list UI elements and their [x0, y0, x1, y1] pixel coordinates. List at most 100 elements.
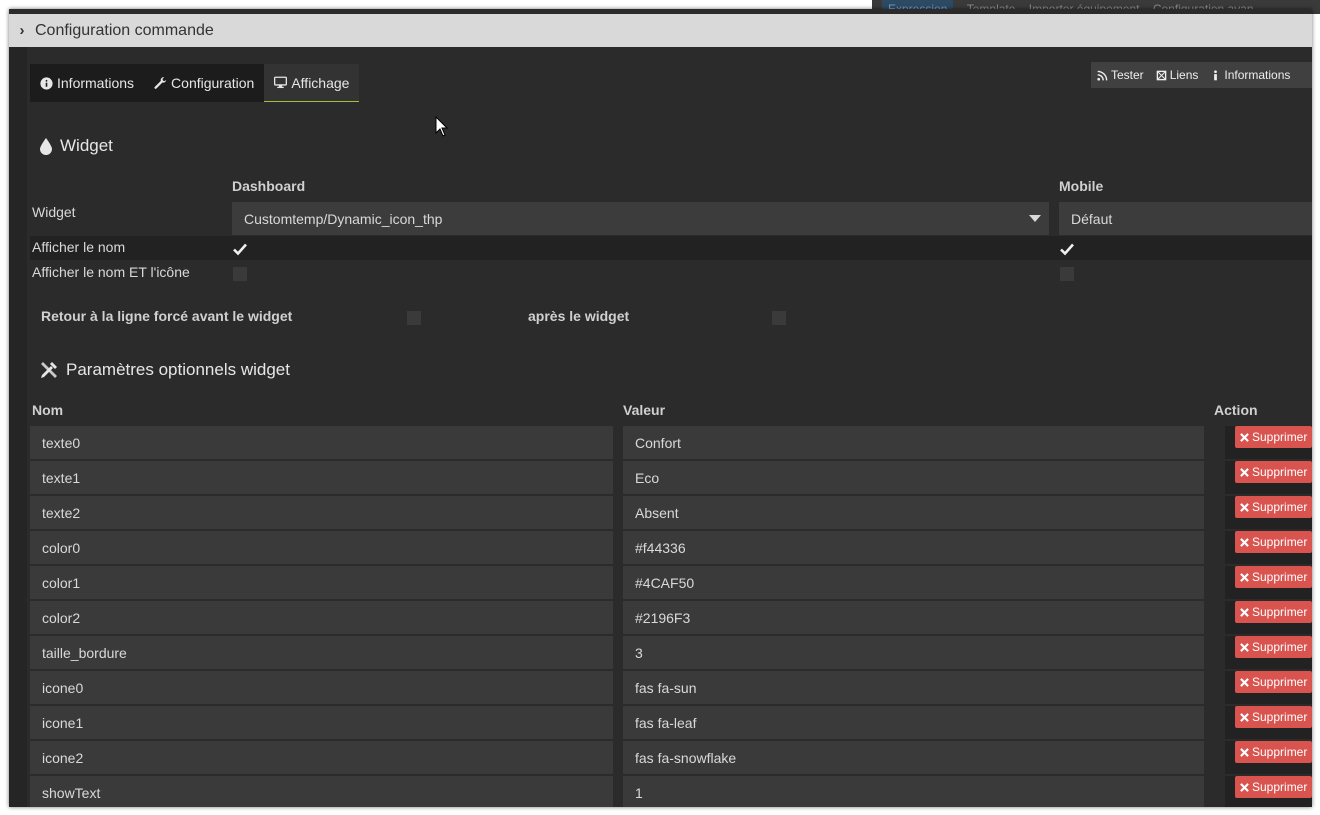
tools-icon — [41, 362, 57, 378]
times-icon — [1240, 782, 1249, 792]
param-name-value: icone1 — [42, 714, 84, 731]
delete-param-button[interactable]: Supprimer — [1235, 461, 1312, 483]
widget-title-text: Widget — [60, 136, 113, 155]
delete-param-label: Supprimer — [1252, 605, 1308, 619]
param-name-input[interactable]: texte1 — [30, 461, 613, 494]
optional-params-title-text: Paramètres optionnels widget — [66, 360, 290, 379]
col-header-action: Action — [1214, 402, 1258, 418]
delete-param-button[interactable]: Supprimer — [1235, 776, 1312, 798]
dialog-titlebar[interactable]: › Configuration commande — [9, 14, 1312, 47]
param-action-cell: Supprimer — [1225, 671, 1312, 704]
param-value-input[interactable]: Absent — [623, 496, 1204, 529]
info-icon — [1214, 69, 1218, 80]
show-name-dashboard-checkbox[interactable] — [233, 242, 247, 256]
param-name-input[interactable]: icone2 — [30, 741, 613, 774]
param-name-input[interactable]: icone1 — [30, 706, 613, 739]
param-action-cell: Supprimer — [1225, 776, 1312, 807]
delete-param-button[interactable]: Supprimer — [1235, 531, 1312, 553]
tab-informations[interactable]: Informations — [30, 64, 144, 102]
param-value-input[interactable]: fas fa-snowflake — [623, 741, 1204, 774]
test-button[interactable]: Tester — [1091, 68, 1150, 82]
info-button[interactable]: Informations — [1204, 68, 1296, 82]
desktop-icon — [274, 76, 288, 89]
delete-param-button[interactable]: Supprimer — [1235, 636, 1312, 658]
wrench-icon — [154, 76, 167, 89]
param-value-input[interactable]: #f44336 — [623, 531, 1204, 564]
mobile-widget-select[interactable]: Défaut — [1059, 202, 1312, 235]
param-name-input[interactable]: texte0 — [30, 426, 613, 459]
delete-param-button[interactable]: Supprimer — [1235, 671, 1312, 693]
param-name-input[interactable]: texte2 — [30, 496, 613, 529]
param-value-input[interactable]: fas fa-leaf — [623, 706, 1204, 739]
dashboard-widget-select[interactable]: Customtemp/Dynamic_icon_thp — [232, 202, 1049, 235]
show-name-mobile-checkbox[interactable] — [1060, 242, 1074, 256]
delete-param-label: Supprimer — [1252, 500, 1308, 514]
param-value-value: 1 — [635, 784, 643, 801]
delete-param-label: Supprimer — [1252, 745, 1308, 759]
param-name-value: texte1 — [42, 469, 81, 486]
line-break-after-checkbox[interactable] — [772, 311, 786, 325]
times-icon — [1240, 642, 1249, 652]
param-row: color1 #4CAF50 Supprimer — [30, 566, 1312, 599]
tab-configuration-label: Configuration — [171, 75, 255, 91]
param-name-value: color0 — [42, 539, 81, 556]
delete-param-button[interactable]: Supprimer — [1235, 706, 1312, 728]
param-value-input[interactable]: #2196F3 — [623, 601, 1204, 634]
chevron-down-icon — [1029, 215, 1041, 222]
param-row: texte0 Confort Supprimer — [30, 426, 1312, 459]
param-name-input[interactable]: icone0 — [30, 671, 613, 704]
optional-params-title: Paramètres optionnels widget — [40, 360, 290, 380]
param-name-input[interactable]: showText — [30, 776, 613, 807]
col-header-value: Valeur — [623, 402, 666, 418]
param-value-input[interactable]: Eco — [623, 461, 1204, 494]
param-name-value: showText — [42, 784, 101, 801]
param-value-input[interactable]: fas fa-sun — [623, 671, 1204, 704]
param-name-input[interactable]: color1 — [30, 566, 613, 599]
times-icon — [1240, 677, 1249, 687]
chevron-right-icon[interactable]: › — [9, 22, 35, 39]
param-value-input[interactable]: 3 — [623, 636, 1204, 669]
show-name-row — [30, 236, 1312, 260]
param-action-cell: Supprimer — [1225, 496, 1312, 529]
param-name-value: color1 — [42, 574, 81, 591]
param-action-cell: Supprimer — [1225, 426, 1312, 459]
show-name-icon-mobile-checkbox[interactable] — [1060, 267, 1074, 281]
command-config-dialog: › Configuration commande Informations Co… — [9, 9, 1312, 807]
times-icon — [1240, 467, 1249, 477]
widget-row-label: Widget — [32, 204, 76, 220]
show-name-icon-label: Afficher le nom ET l'icône — [32, 264, 190, 280]
param-value-input[interactable]: #4CAF50 — [623, 566, 1204, 599]
delete-param-button[interactable]: Supprimer — [1235, 601, 1312, 623]
delete-param-button[interactable]: Supprimer — [1235, 566, 1312, 588]
delete-param-button[interactable]: Supprimer — [1235, 496, 1312, 518]
param-name-value: texte0 — [42, 434, 81, 451]
delete-param-label: Supprimer — [1252, 570, 1308, 584]
param-name-value: icone2 — [42, 749, 84, 766]
param-row: color0 #f44336 Supprimer — [30, 531, 1312, 564]
delete-param-label: Supprimer — [1252, 640, 1308, 654]
tab-informations-label: Informations — [57, 75, 135, 91]
param-value-input[interactable]: Confort — [623, 426, 1204, 459]
line-break-after-label: après le widget — [528, 308, 630, 324]
param-row: showText 1 Supprimer — [30, 776, 1312, 807]
param-name-value: color2 — [42, 609, 81, 626]
param-name-input[interactable]: taille_bordure — [30, 636, 613, 669]
param-value-input[interactable]: 1 — [623, 776, 1204, 807]
tab-affichage[interactable]: Affichage — [264, 64, 360, 102]
mobile-widget-value: Défaut — [1071, 210, 1113, 227]
param-row: taille_bordure 3 Supprimer — [30, 636, 1312, 669]
line-break-before-checkbox[interactable] — [407, 311, 421, 325]
delete-param-button[interactable]: Supprimer — [1235, 426, 1312, 448]
param-name-value: taille_bordure — [42, 644, 127, 661]
tab-configuration[interactable]: Configuration — [144, 64, 264, 102]
param-name-input[interactable]: color2 — [30, 601, 613, 634]
show-name-icon-dashboard-checkbox[interactable] — [233, 267, 247, 281]
param-value-value: #4CAF50 — [635, 574, 695, 591]
tint-icon — [40, 137, 52, 155]
links-button[interactable]: Liens — [1150, 68, 1205, 82]
param-name-input[interactable]: color0 — [30, 531, 613, 564]
delete-param-button[interactable]: Supprimer — [1235, 741, 1312, 763]
param-value-value: fas fa-sun — [635, 679, 697, 696]
dialog-title: Configuration commande — [35, 21, 214, 39]
param-value-value: #f44336 — [635, 539, 686, 556]
